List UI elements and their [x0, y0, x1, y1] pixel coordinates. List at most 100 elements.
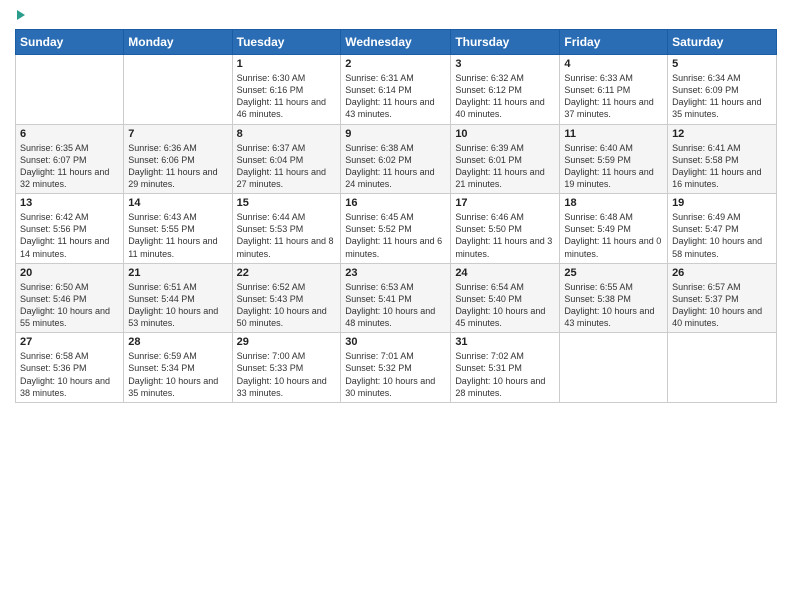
day-number: 11: [564, 128, 663, 140]
calendar-cell: 15 Sunrise: 6:44 AM Sunset: 5:53 PM Dayli…: [232, 194, 341, 264]
calendar-cell: 27 Sunrise: 6:58 AM Sunset: 5:36 PM Dayli…: [16, 333, 124, 403]
calendar-cell: 30 Sunrise: 7:01 AM Sunset: 5:32 PM Dayli…: [341, 333, 451, 403]
day-number: 26: [672, 267, 772, 279]
calendar-cell: 2Sunrise: 6:31 AM Sunset: 6:14 PM Daylig…: [341, 55, 451, 125]
calendar-table: SundayMondayTuesdayWednesdayThursdayFrid…: [15, 29, 777, 403]
calendar-cell: 7 Sunrise: 6:36 AM Sunset: 6:06 PM Daylig…: [124, 124, 232, 194]
calendar-cell: 23Sunrise: 6:53 AM Sunset: 5:41 PM Dayli…: [341, 263, 451, 333]
day-number: 12: [672, 128, 772, 140]
day-detail: Sunrise: 6:57 AM Sunset: 5:37 PM Dayligh…: [672, 281, 772, 330]
day-detail: Sunrise: 6:48 AM Sunset: 5:49 PM Dayligh…: [564, 211, 663, 260]
calendar-cell: 25 Sunrise: 6:55 AM Sunset: 5:38 PM Dayli…: [560, 263, 668, 333]
day-detail: Sunrise: 6:49 AM Sunset: 5:47 PM Dayligh…: [672, 211, 772, 260]
day-detail: Sunrise: 6:54 AM Sunset: 5:40 PM Dayligh…: [455, 281, 555, 330]
calendar-cell: [124, 55, 232, 125]
calendar-cell: 10 Sunrise: 6:39 AM Sunset: 6:01 PM Dayli…: [451, 124, 560, 194]
day-number: 5: [672, 58, 772, 70]
weekday-header: Saturday: [668, 30, 777, 55]
calendar-cell: 31Sunrise: 7:02 AM Sunset: 5:31 PM Dayli…: [451, 333, 560, 403]
calendar-week-row: 6 Sunrise: 6:35 AM Sunset: 6:07 PM Daylig…: [16, 124, 777, 194]
day-number: 25: [564, 267, 663, 279]
day-detail: Sunrise: 6:55 AM Sunset: 5:38 PM Dayligh…: [564, 281, 663, 330]
day-number: 16: [345, 197, 446, 209]
calendar-cell: 18Sunrise: 6:48 AM Sunset: 5:49 PM Dayli…: [560, 194, 668, 264]
logo: [15, 10, 25, 23]
weekday-header: Tuesday: [232, 30, 341, 55]
day-detail: Sunrise: 6:34 AM Sunset: 6:09 PM Dayligh…: [672, 72, 772, 121]
calendar-cell: 14Sunrise: 6:43 AM Sunset: 5:55 PM Dayli…: [124, 194, 232, 264]
day-number: 19: [672, 197, 772, 209]
day-number: 7: [128, 128, 227, 140]
day-detail: Sunrise: 6:33 AM Sunset: 6:11 PM Dayligh…: [564, 72, 663, 121]
day-detail: Sunrise: 6:58 AM Sunset: 5:36 PM Dayligh…: [20, 350, 119, 399]
calendar-week-row: 1Sunrise: 6:30 AM Sunset: 6:16 PM Daylig…: [16, 55, 777, 125]
calendar-cell: 1Sunrise: 6:30 AM Sunset: 6:16 PM Daylig…: [232, 55, 341, 125]
day-number: 17: [455, 197, 555, 209]
logo-arrow-icon: [17, 10, 25, 20]
day-number: 30: [345, 336, 446, 348]
day-detail: Sunrise: 6:39 AM Sunset: 6:01 PM Dayligh…: [455, 142, 555, 191]
day-detail: Sunrise: 6:46 AM Sunset: 5:50 PM Dayligh…: [455, 211, 555, 260]
day-number: 24: [455, 267, 555, 279]
day-number: 4: [564, 58, 663, 70]
calendar-cell: 8 Sunrise: 6:37 AM Sunset: 6:04 PM Daylig…: [232, 124, 341, 194]
day-detail: Sunrise: 6:36 AM Sunset: 6:06 PM Dayligh…: [128, 142, 227, 191]
calendar-body: 1Sunrise: 6:30 AM Sunset: 6:16 PM Daylig…: [16, 55, 777, 403]
calendar-cell: 22 Sunrise: 6:52 AM Sunset: 5:43 PM Dayli…: [232, 263, 341, 333]
weekday-header: Sunday: [16, 30, 124, 55]
day-number: 20: [20, 267, 119, 279]
calendar-header: SundayMondayTuesdayWednesdayThursdayFrid…: [16, 30, 777, 55]
day-detail: Sunrise: 6:30 AM Sunset: 6:16 PM Dayligh…: [237, 72, 337, 121]
page: SundayMondayTuesdayWednesdayThursdayFrid…: [0, 0, 792, 612]
weekday-header: Friday: [560, 30, 668, 55]
calendar-week-row: 20 Sunrise: 6:50 AM Sunset: 5:46 PM Dayli…: [16, 263, 777, 333]
weekday-row: SundayMondayTuesdayWednesdayThursdayFrid…: [16, 30, 777, 55]
calendar-cell: 29 Sunrise: 7:00 AM Sunset: 5:33 PM Dayli…: [232, 333, 341, 403]
calendar-cell: 17 Sunrise: 6:46 AM Sunset: 5:50 PM Dayli…: [451, 194, 560, 264]
day-detail: Sunrise: 7:00 AM Sunset: 5:33 PM Dayligh…: [237, 350, 337, 399]
calendar-cell: [560, 333, 668, 403]
day-number: 3: [455, 58, 555, 70]
calendar-cell: [16, 55, 124, 125]
calendar-cell: 21Sunrise: 6:51 AM Sunset: 5:44 PM Dayli…: [124, 263, 232, 333]
day-detail: Sunrise: 6:44 AM Sunset: 5:53 PM Dayligh…: [237, 211, 337, 260]
calendar-cell: 5 Sunrise: 6:34 AM Sunset: 6:09 PM Daylig…: [668, 55, 777, 125]
day-number: 6: [20, 128, 119, 140]
day-number: 22: [237, 267, 337, 279]
calendar-cell: 4 Sunrise: 6:33 AM Sunset: 6:11 PM Daylig…: [560, 55, 668, 125]
day-detail: Sunrise: 6:32 AM Sunset: 6:12 PM Dayligh…: [455, 72, 555, 121]
day-number: 27: [20, 336, 119, 348]
calendar-cell: 9 Sunrise: 6:38 AM Sunset: 6:02 PM Daylig…: [341, 124, 451, 194]
calendar-cell: [668, 333, 777, 403]
day-detail: Sunrise: 6:52 AM Sunset: 5:43 PM Dayligh…: [237, 281, 337, 330]
day-detail: Sunrise: 6:51 AM Sunset: 5:44 PM Dayligh…: [128, 281, 227, 330]
day-detail: Sunrise: 6:42 AM Sunset: 5:56 PM Dayligh…: [20, 211, 119, 260]
weekday-header: Wednesday: [341, 30, 451, 55]
day-number: 13: [20, 197, 119, 209]
calendar-cell: 3 Sunrise: 6:32 AM Sunset: 6:12 PM Daylig…: [451, 55, 560, 125]
calendar-cell: 6 Sunrise: 6:35 AM Sunset: 6:07 PM Daylig…: [16, 124, 124, 194]
calendar-week-row: 27 Sunrise: 6:58 AM Sunset: 5:36 PM Dayli…: [16, 333, 777, 403]
day-number: 9: [345, 128, 446, 140]
day-number: 23: [345, 267, 446, 279]
day-detail: Sunrise: 6:50 AM Sunset: 5:46 PM Dayligh…: [20, 281, 119, 330]
weekday-header: Monday: [124, 30, 232, 55]
day-detail: Sunrise: 6:45 AM Sunset: 5:52 PM Dayligh…: [345, 211, 446, 260]
day-number: 8: [237, 128, 337, 140]
day-detail: Sunrise: 6:59 AM Sunset: 5:34 PM Dayligh…: [128, 350, 227, 399]
day-number: 2: [345, 58, 446, 70]
calendar-cell: 24 Sunrise: 6:54 AM Sunset: 5:40 PM Dayli…: [451, 263, 560, 333]
calendar-week-row: 13 Sunrise: 6:42 AM Sunset: 5:56 PM Dayli…: [16, 194, 777, 264]
day-detail: Sunrise: 6:35 AM Sunset: 6:07 PM Dayligh…: [20, 142, 119, 191]
day-number: 29: [237, 336, 337, 348]
day-detail: Sunrise: 6:40 AM Sunset: 5:59 PM Dayligh…: [564, 142, 663, 191]
day-detail: Sunrise: 6:38 AM Sunset: 6:02 PM Dayligh…: [345, 142, 446, 191]
header: [15, 10, 777, 23]
day-number: 15: [237, 197, 337, 209]
day-detail: Sunrise: 6:37 AM Sunset: 6:04 PM Dayligh…: [237, 142, 337, 191]
calendar-cell: 13 Sunrise: 6:42 AM Sunset: 5:56 PM Dayli…: [16, 194, 124, 264]
day-detail: Sunrise: 7:01 AM Sunset: 5:32 PM Dayligh…: [345, 350, 446, 399]
calendar-cell: 16 Sunrise: 6:45 AM Sunset: 5:52 PM Dayli…: [341, 194, 451, 264]
day-detail: Sunrise: 7:02 AM Sunset: 5:31 PM Dayligh…: [455, 350, 555, 399]
day-number: 10: [455, 128, 555, 140]
